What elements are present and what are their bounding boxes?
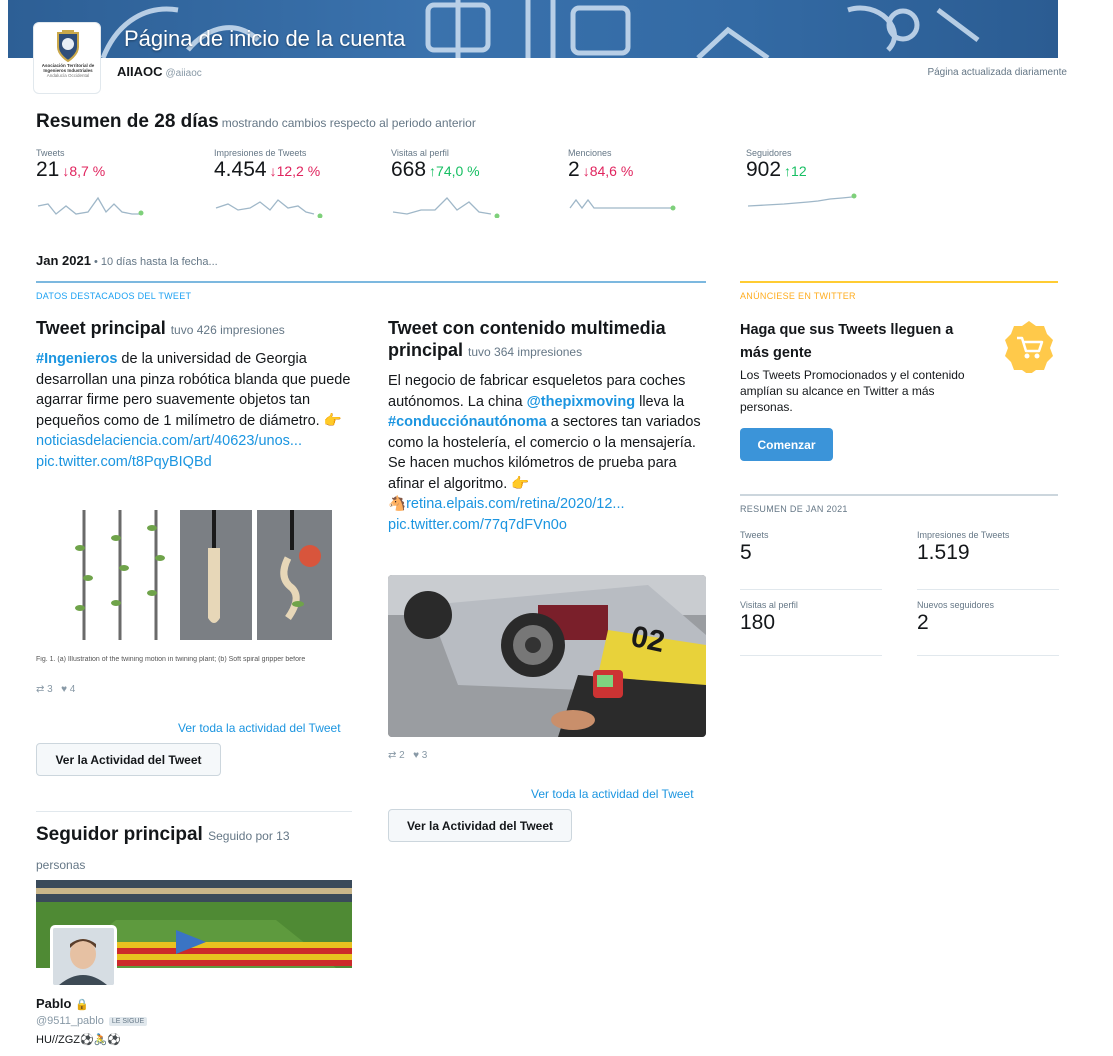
banner-title: Página de inicio de la cuenta [124,26,406,51]
divider [36,811,352,812]
crest-icon [57,30,79,63]
advertise-panel: ANÚNCIESE EN TWITTER Haga que sus Tweets… [740,281,1058,461]
change-indicator: ↑12 [784,163,807,179]
retweet-icon: ⇄ [36,684,45,695]
follows-you-badge: LE SIGUE [108,1017,148,1026]
sparkline [215,199,323,218]
summary-title: Resumen de 28 días mostrando cambios resp… [36,111,476,132]
top-tweet-text: #Ingenieros de la universidad de Georgia… [36,351,351,470]
plate-number: 02 [628,619,668,660]
stat-impressions[interactable]: Impresiones de Tweets 4.454 ↓12,2 % [214,148,384,218]
stat-tweets[interactable]: Tweets 21 ↓8,7 % [36,148,206,216]
pic-link[interactable]: pic.twitter.com/t8PqyBIQBd [36,454,212,470]
month-summary-header: RESUMEN DE JAN 2021 [740,504,848,514]
advertise-title: Haga que sus Tweets lleguen a más gente [740,322,954,361]
sparkline [569,198,676,211]
top-tweet-card: Tweet principal tuvo 426 impresiones #In… [36,317,354,472]
start-button[interactable]: Comenzar [740,428,833,461]
gripper-figure [36,508,332,648]
sparkline [747,193,857,207]
article-link[interactable]: retina.elpais.com/retina/2020/12... [406,496,624,512]
month-stat-tweets: Tweets 5 [740,530,882,590]
figure-caption: Fig. 1. (a) Illustration of the twining … [36,656,306,663]
change-indicator: ↓8,7 % [62,163,106,179]
heart-icon: ♥ [413,750,420,761]
retweet-icon: ⇄ [388,750,397,761]
view-all-activity-link[interactable]: Ver toda la actividad del Tweet [178,721,341,735]
pic-link[interactable]: pic.twitter.com/77q7dFVn0o [388,517,567,533]
top-media-image[interactable]: 02 [388,575,706,737]
advertise-header: ANÚNCIESE EN TWITTER [740,291,856,301]
article-link[interactable]: noticiasdelaciencia.com/art/40623/unos..… [36,433,302,449]
follower-handle: @9511_pablo LE SIGUE [36,1015,148,1027]
view-tweet-activity-button[interactable]: Ver la Actividad del Tweet [36,743,221,776]
pointing-hand-icon: 👉 [323,412,342,429]
follower-avatar[interactable] [50,925,117,988]
view-tweet-activity-button[interactable]: Ver la Actividad del Tweet [388,809,572,842]
advertise-text: Los Tweets Promocionados y el contenido … [740,368,965,414]
horse-icon: 🐴 [388,496,407,512]
stat-mentions[interactable]: Menciones 2 ↓84,6 % [568,148,738,211]
account-banner: Página de inicio de la cuenta [0,0,1113,60]
banner-image: Página de inicio de la cuenta [8,0,1058,58]
month-summary-panel: RESUMEN DE JAN 2021 [740,494,1058,514]
stat-profile-visits[interactable]: Visitas al perfil 668 ↑74,0 % [391,148,561,218]
hashtag-link[interactable]: #conducciónautónoma [388,414,547,430]
engagement-stats: ⇄ 3 ♥ 4 [36,684,76,695]
month-stat-impressions: Impresiones de Tweets 1.519 [917,530,1059,590]
account-name[interactable]: AIIAOC @aiiaoc [117,64,202,79]
follower-name[interactable]: Pablo 🔒 [36,996,89,1011]
change-indicator: ↑74,0 % [429,163,480,179]
mention-link[interactable]: @thepixmoving [527,394,635,410]
top-media-tweet-card: Tweet con contenido multimedia principal … [388,317,708,535]
update-note: Página actualizada diariamente [927,67,1067,78]
top-media-title: Tweet con contenido multimedia principal … [388,318,666,360]
logo-text: Asociación Territorial de Ingenieros Ind… [41,63,95,78]
sparkline [37,196,144,216]
highlights-header: DATOS DESTACADOS DEL TWEET [36,281,706,301]
period-heading: Jan 2021 • 10 días hasta la fecha... [36,253,218,268]
top-tweet-title: Tweet principal tuvo 426 impresiones [36,318,285,338]
sparkline [392,197,500,218]
change-indicator: ↓12,2 % [269,163,321,179]
top-tweet-image[interactable]: Fig. 1. (a) Illustration of the twining … [36,508,354,678]
follower-bio: HU//ZGZ⚽🚴⚽ [36,1034,122,1046]
heart-icon: ♥ [61,684,68,695]
month-stat-new-followers: Nuevos seguidores 2 [917,600,1059,656]
stat-followers[interactable]: Seguidores 902 ↑12 [746,148,916,207]
top-media-text: El negocio de fabricar esqueletos para c… [388,373,701,533]
account-handle: @aiiaoc [165,68,202,79]
top-follower-title: Seguidor principal Seguido por 13 person… [36,824,290,872]
user-avatar-icon [53,928,114,985]
shopping-cart-icon [1005,321,1053,373]
change-indicator: ↓84,6 % [582,163,634,179]
summary-note: mostrando cambios respecto al periodo an… [221,116,476,130]
month-stat-profile-visits: Visitas al perfil 180 [740,600,882,656]
lock-icon: 🔒 [75,999,90,1011]
engagement-stats: ⇄ 2 ♥ 3 [388,750,428,761]
view-all-activity-link[interactable]: Ver toda la actividad del Tweet [531,787,694,801]
account-logo[interactable]: Asociación Territorial de Ingenieros Ind… [33,22,101,94]
hashtag-link[interactable]: #Ingenieros [36,351,117,367]
